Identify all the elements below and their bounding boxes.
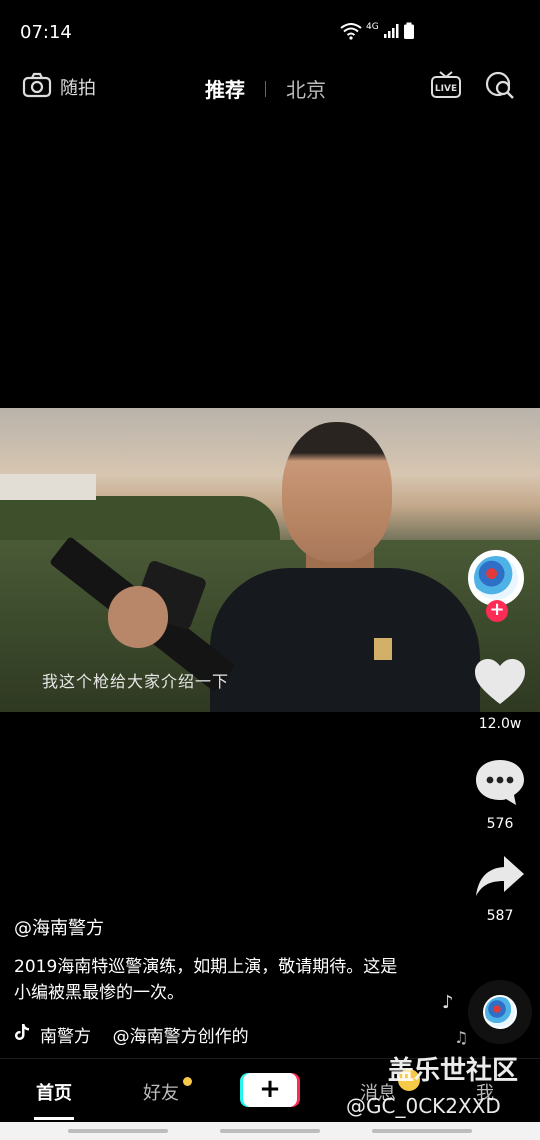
camera-button[interactable]: 随拍 bbox=[22, 72, 96, 102]
video-hand bbox=[108, 586, 168, 648]
search-button[interactable] bbox=[484, 70, 516, 104]
network-type-label: 4G bbox=[366, 22, 379, 32]
video-subtitle: 我这个枪给大家介绍一下 bbox=[42, 672, 230, 691]
music-info[interactable]: 南警方 @海南警方创作的 bbox=[14, 1022, 249, 1047]
gesture-pill-center[interactable] bbox=[220, 1129, 320, 1133]
music-note-icon: ♪ bbox=[442, 992, 454, 1013]
comment-count: 576 bbox=[486, 816, 514, 832]
watermark-community: 盖乐世社区 bbox=[388, 1056, 519, 1086]
search-icon bbox=[485, 71, 514, 99]
create-button[interactable]: + bbox=[243, 1073, 297, 1107]
tiktok-note-icon bbox=[14, 1023, 30, 1046]
nav-friends[interactable]: 好友 bbox=[143, 1079, 179, 1105]
gesture-pill-left bbox=[68, 1129, 168, 1133]
like-count: 12.0w bbox=[478, 716, 522, 732]
svg-text:LIVE: LIVE bbox=[435, 84, 457, 94]
status-bar: 07:14 4G bbox=[0, 0, 540, 64]
wifi-icon bbox=[340, 22, 362, 44]
music-disc-button[interactable] bbox=[468, 980, 532, 1044]
top-nav: 随拍 推荐 北京 LIVE bbox=[0, 64, 540, 114]
friends-notification-dot bbox=[183, 1077, 192, 1086]
heart-icon bbox=[475, 659, 525, 704]
gesture-bar bbox=[0, 1122, 540, 1140]
video-description: 2019海南特巡警演练，如期上演，敬请期待。这是小编被黑最惨的一次。 bbox=[14, 957, 398, 1003]
status-time: 07:14 bbox=[20, 22, 72, 43]
nav-home-underline bbox=[34, 1117, 74, 1120]
camera-icon bbox=[22, 72, 52, 102]
nav-home[interactable]: 首页 bbox=[36, 1079, 72, 1105]
creator-avatar-button[interactable]: + bbox=[468, 550, 528, 626]
music-disc-cover bbox=[483, 995, 517, 1029]
video-scene-berm bbox=[0, 496, 280, 540]
live-tv-icon: LIVE bbox=[431, 71, 461, 98]
like-button[interactable]: 12.0w bbox=[470, 656, 530, 732]
tab-divider bbox=[265, 80, 266, 97]
comment-button[interactable]: 576 bbox=[470, 756, 530, 832]
status-indicators: 4G bbox=[340, 22, 415, 44]
comment-icon bbox=[476, 760, 524, 805]
video-person-body bbox=[210, 568, 480, 712]
tab-recommended[interactable]: 推荐 bbox=[205, 74, 245, 103]
gesture-pill-right bbox=[372, 1129, 472, 1133]
battery-icon bbox=[403, 22, 415, 44]
video-caption: @海南警方 2019海南特巡警演练，如期上演，敬请期待。这是小编被黑最惨的一次。 bbox=[14, 914, 414, 1006]
camera-label: 随拍 bbox=[60, 78, 96, 99]
video-player[interactable]: 我这个枪给大家介绍一下 bbox=[0, 408, 540, 712]
watermark-handle: @GC_0CK2XXD bbox=[346, 1094, 501, 1118]
share-arrow-icon bbox=[476, 856, 524, 896]
follow-plus-button[interactable]: + bbox=[486, 600, 508, 622]
share-button[interactable]: 587 bbox=[470, 852, 530, 924]
video-scene-building bbox=[0, 474, 96, 500]
tab-local[interactable]: 北京 bbox=[286, 74, 326, 103]
music-title: 南警方 @海南警方创作的 bbox=[40, 1027, 249, 1047]
signal-icon bbox=[383, 23, 399, 43]
share-count: 587 bbox=[486, 908, 514, 924]
live-button[interactable]: LIVE bbox=[430, 70, 462, 104]
avatar bbox=[468, 550, 524, 606]
author-handle[interactable]: @海南警方 bbox=[14, 914, 414, 940]
video-person-head bbox=[282, 422, 392, 562]
feed-tabs: 推荐 北京 bbox=[205, 74, 326, 103]
police-badge-logo bbox=[474, 556, 518, 600]
music-note-small-icon: ♫ bbox=[454, 1028, 469, 1047]
video-shirt-logo bbox=[374, 638, 392, 660]
